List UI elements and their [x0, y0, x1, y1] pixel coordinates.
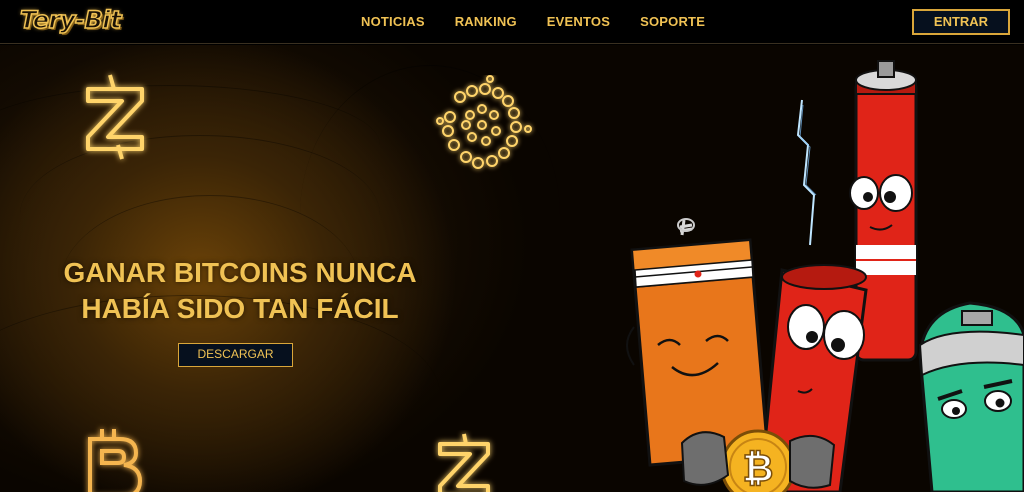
zcash-icon: [438, 433, 490, 492]
top-navbar: Tery-Bit NOTICIAS RANKING EVENTOS SOPORT…: [0, 0, 1024, 44]
hero-banner: GANAR BITCOINS NUNCA HABÍA SIDO TAN FÁCI…: [0, 45, 1024, 492]
lightning-icon: [796, 99, 816, 246]
nav-eventos[interactable]: EVENTOS: [547, 14, 610, 29]
iota-icon: [436, 75, 532, 169]
bitcoin-icon: [88, 429, 143, 492]
orange-battery: [626, 218, 770, 467]
coin-symbol: ₿: [743, 446, 774, 490]
site-logo[interactable]: Tery-Bit: [19, 5, 122, 35]
hero-headline: GANAR BITCOINS NUNCA HABÍA SIDO TAN FÁCI…: [30, 255, 450, 327]
main-nav: NOTICIAS RANKING EVENTOS SOPORTE: [361, 14, 735, 29]
nav-noticias[interactable]: NOTICIAS: [361, 14, 425, 29]
green-battery: [918, 301, 1024, 492]
headline-line-2: HABÍA SIDO TAN FÁCIL: [81, 293, 399, 324]
download-button[interactable]: DESCARGAR: [178, 343, 293, 367]
nav-soporte[interactable]: SOPORTE: [640, 14, 705, 29]
login-button[interactable]: ENTRAR: [912, 9, 1010, 35]
nav-ranking[interactable]: RANKING: [455, 14, 517, 29]
zcash-icon: [86, 74, 144, 160]
bitcoin-coin: ₿: [680, 429, 836, 492]
battery-characters-illustration: ₿: [626, 60, 1024, 492]
headline-line-1: GANAR BITCOINS NUNCA: [63, 257, 417, 288]
